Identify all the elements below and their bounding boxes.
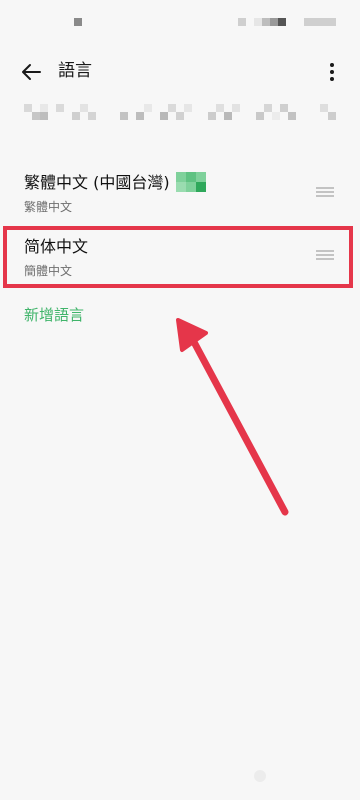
add-language-button[interactable]: 新增語言 [24, 305, 84, 325]
language-item[interactable]: 简体中文 簡體中文 [0, 230, 360, 292]
status-pixel [320, 18, 328, 26]
language-native-name: 簡體中文 [24, 264, 73, 278]
status-pixel [328, 18, 336, 26]
pixelated-text-block [24, 104, 336, 120]
more-options-button[interactable] [320, 58, 344, 86]
status-pixel [312, 18, 320, 26]
status-pixel [262, 18, 270, 26]
language-item[interactable]: 繁體中文 (中國台灣) 繁體中文 [0, 166, 360, 228]
drag-handle-icon[interactable] [316, 248, 334, 262]
page-title: 語言 [58, 61, 92, 81]
status-pixel [74, 18, 82, 26]
status-pixel [304, 18, 312, 26]
status-pixel [238, 18, 246, 26]
status-pixel [278, 18, 286, 26]
status-pixel [270, 18, 278, 26]
status-pixel [254, 18, 262, 26]
home-indicator [254, 770, 266, 782]
status-bar [0, 0, 360, 44]
language-native-name: 繁體中文 [24, 200, 73, 214]
language-name: 繁體中文 (中國台灣) [24, 173, 170, 192]
back-button[interactable] [16, 58, 48, 86]
arrow-left-icon [22, 64, 41, 80]
language-name: 简体中文 [24, 237, 89, 256]
app-bar: 語言 [0, 48, 360, 96]
redacted-description [24, 100, 342, 132]
language-flag-icon [175, 171, 206, 192]
drag-handle-icon[interactable] [316, 185, 334, 199]
more-vertical-icon [330, 63, 334, 81]
language-name-row: 繁體中文 (中國台灣) [24, 171, 206, 194]
